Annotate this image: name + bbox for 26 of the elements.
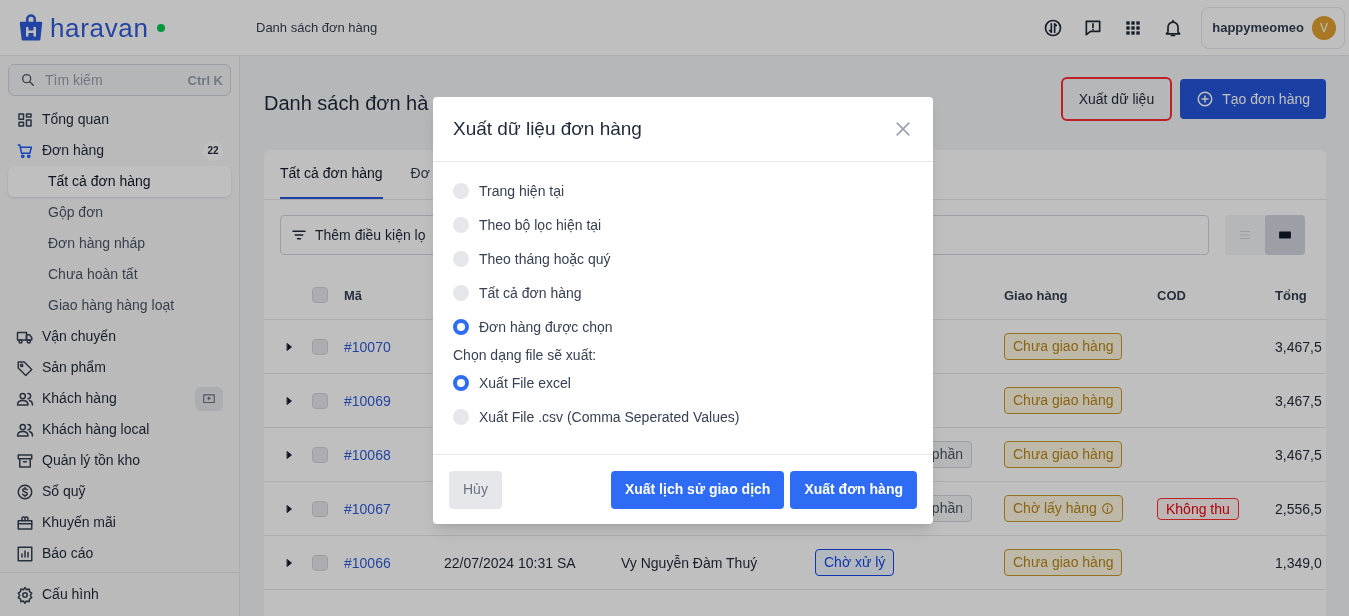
count-badge: 22 [203,140,223,161]
table-cell: 1,349,0 [1275,554,1322,571]
table-cell: 3,467,5 [1275,338,1322,355]
dialog-title: Xuất dữ liệu đơn hàng [453,116,642,141]
column-header: Mã [344,287,363,303]
avatar: V [1312,15,1336,40]
table-cell: 3,467,5 [1275,446,1322,463]
payment-status-badge: Chờ xử lý [815,549,895,576]
shipping-status-badge: Chưa giao hàng [1004,387,1123,414]
column-header: COD [1157,287,1186,303]
breadcrumb: Danh sách đơn hàng [256,18,378,37]
shipping-status-badge: Chưa giao hàng [1004,549,1123,576]
section-label: Chọn dạng file sẽ xuất: [453,345,598,365]
table-cell: 22/07/2024 10:31 SA [444,554,576,571]
logo-text: haravan [50,14,149,41]
shipping-status-badge: Chờ lấy hàng [1004,495,1123,522]
page-title: Danh sách đơn hà [264,91,429,116]
shipping-status-badge: Chưa giao hàng [1004,333,1123,360]
cod-badge: Không thu [1157,497,1239,520]
table-cell: 3,467,5 [1275,392,1322,409]
shipping-status-badge: Chưa giao hàng [1004,441,1123,468]
table-cell: Vy Nguyễn Đàm Thuý [621,554,758,571]
table-cell: 2,556,5 [1275,500,1322,517]
column-header: Tổng [1275,287,1307,303]
column-header: Giao hàng [1004,287,1068,303]
shortcut-hint: Ctrl K [187,72,223,90]
